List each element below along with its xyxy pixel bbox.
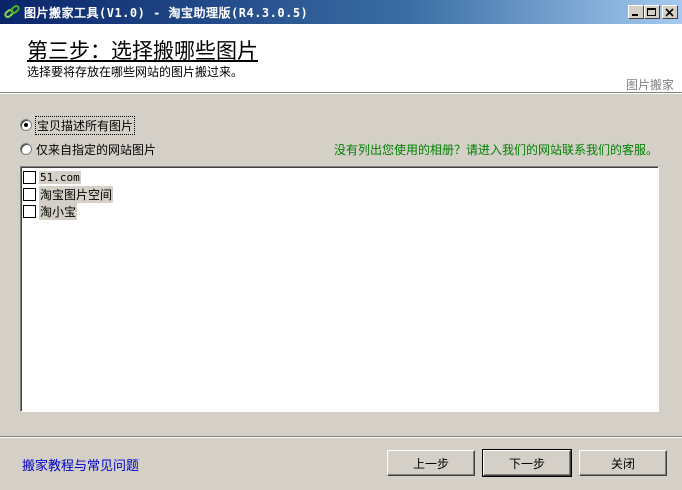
radio-specified-label: 仅来自指定的网站图片	[36, 142, 157, 157]
tutorial-link[interactable]: 搬家教程与常见问题	[22, 455, 139, 474]
list-item[interactable]: 淘小宝	[23, 203, 78, 220]
footer-divider-highlight	[0, 437, 682, 438]
window-title: 图片搬家工具(V1.0) - 淘宝助理版(R4.3.0.5)	[24, 6, 309, 20]
page-title: 第三步：选择搬哪些图片	[27, 39, 258, 63]
page-subtitle: 选择要将存放在哪些网站的图片搬过来。	[27, 65, 244, 79]
title-bar[interactable]: 图片搬家工具(V1.0) - 淘宝助理版(R4.3.0.5)	[0, 0, 682, 24]
site-label: 51.com	[39, 171, 81, 184]
checkbox[interactable]	[23, 171, 36, 184]
maximize-button[interactable]	[644, 5, 660, 19]
checkbox[interactable]	[23, 188, 36, 201]
minimize-button[interactable]	[628, 5, 644, 19]
list-item[interactable]: 51.com	[23, 169, 81, 186]
previous-button[interactable]: 上一步	[387, 450, 475, 476]
close-icon	[665, 8, 674, 17]
site-label: 淘宝图片空间	[39, 186, 114, 203]
help-link[interactable]: 没有列出您使用的相册？请进入我们的网站联系我们的客服。	[334, 141, 658, 158]
next-button[interactable]: 下一步	[482, 449, 572, 477]
list-item[interactable]: 淘宝图片空间	[23, 186, 114, 203]
header-divider	[0, 93, 682, 94]
radio-button-selected[interactable]	[20, 119, 32, 131]
site-label: 淘小宝	[39, 203, 78, 220]
maximize-icon	[647, 8, 656, 16]
close-button[interactable]: 关闭	[579, 450, 667, 476]
minimize-icon	[632, 14, 638, 16]
radio-button-unselected[interactable]	[20, 143, 32, 155]
radio-all-images[interactable]: 宝贝描述所有图片	[20, 115, 136, 135]
radio-specified-sites[interactable]: 仅来自指定的网站图片	[20, 140, 156, 158]
close-window-button[interactable]	[662, 5, 678, 19]
header-tag: 图片搬家	[625, 78, 674, 92]
wizard-header: 第三步：选择搬哪些图片 选择要将存放在哪些网站的图片搬过来。 图片搬家	[0, 24, 682, 93]
site-list[interactable]: 51.com 淘宝图片空间 淘小宝	[20, 166, 659, 412]
radio-all-label: 宝贝描述所有图片	[34, 115, 136, 135]
chain-link-icon	[4, 4, 20, 20]
checkbox[interactable]	[23, 205, 36, 218]
